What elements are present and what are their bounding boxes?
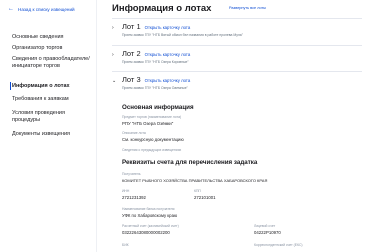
chevron-right-icon[interactable]: › bbox=[112, 25, 118, 31]
subject-value: РПУ "НТБ Озера Озёмки" bbox=[122, 121, 174, 126]
lot-meta: Прием заявок ГПУ "НТБ Озера Оаемные" bbox=[122, 86, 188, 90]
kpp-value: 272101001 bbox=[194, 195, 216, 200]
sidebar-item-lots-info[interactable]: Информация о лотах bbox=[12, 83, 90, 90]
personal-account-value: 04222Р10970 bbox=[254, 230, 281, 235]
recipient-value: КОМИТЕТ РЫБНОГО ХОЗЯЙСТВА ПРАВИТЕЛЬСТВА … bbox=[122, 178, 268, 183]
page-title: Информация о лотах bbox=[112, 3, 212, 14]
lot-item-expanded: ⌄ Лот 3 Открыть карточку лота Прием заяв… bbox=[112, 75, 362, 90]
description-value: См. конкурсную документацию bbox=[122, 137, 184, 142]
sidebar-item-organizer[interactable]: Организатор торгов bbox=[12, 45, 90, 52]
corr-account-label: Корреспондентский счет (ЕКС) bbox=[254, 243, 303, 247]
bank-value: УФК по Хабаровскому краю bbox=[122, 213, 178, 218]
recipient-label: Получатель bbox=[122, 172, 141, 176]
active-nav-marker bbox=[10, 82, 11, 90]
expand-all-lots-link[interactable]: Развернуть все лоты bbox=[229, 6, 266, 10]
divider bbox=[112, 45, 362, 46]
kpp-label: КПП bbox=[194, 189, 201, 193]
account-value: 03222643080000002200 bbox=[122, 230, 170, 235]
chevron-down-icon[interactable]: ⌄ bbox=[112, 78, 118, 84]
open-lot-card-link[interactable]: Открыть карточку лота bbox=[145, 25, 191, 30]
lot-number[interactable]: Лот 2 bbox=[122, 49, 141, 58]
sidebar-item-procedure-conditions[interactable]: Условия проведения процедуры bbox=[12, 110, 90, 124]
sidebar-item-basic-info[interactable]: Основные сведения bbox=[12, 34, 90, 41]
requisites-heading: Реквизиты счета для перечисления задатка bbox=[122, 159, 258, 166]
account-label: Расчетный счет (казначейский счет) bbox=[122, 224, 179, 228]
sidebar: ← Назад к списку извещений Основные свед… bbox=[0, 0, 92, 252]
sidebar-divider bbox=[96, 0, 97, 252]
lot-item: › Лот 2 Открыть карточку лота Прием заяв… bbox=[112, 49, 362, 64]
lot-number[interactable]: Лот 1 bbox=[122, 22, 141, 31]
lot-meta: Прием заявок ГПУ "НТБ Вятый обмол бел на… bbox=[122, 33, 243, 37]
personal-account-label: Лицевой счет bbox=[254, 224, 276, 228]
description-label: Описание лота bbox=[122, 131, 146, 135]
main-content: Информация о лотах Развернуть все лоты ›… bbox=[112, 0, 362, 252]
back-link-label: Назад к списку извещений bbox=[18, 6, 75, 12]
lot-item: › Лот 1 Открыть карточку лота Прием заяв… bbox=[112, 22, 362, 37]
lot-number[interactable]: Лот 3 bbox=[122, 75, 141, 84]
sidebar-item-rightholder[interactable]: Сведения о правообладателе/ инициаторе т… bbox=[12, 56, 90, 70]
sidebar-item-application-requirements[interactable]: Требования к заявкам bbox=[12, 96, 90, 103]
open-lot-card-link[interactable]: Открыть карточку лота bbox=[145, 78, 191, 83]
bank-label: Наименование банка получателя bbox=[122, 207, 175, 211]
previous-notices-label: Сведения о предыдущих извещениях bbox=[122, 148, 182, 152]
lot-meta: Прием заявок ГПУ "НТБ Озера Коровные" bbox=[122, 60, 189, 64]
chevron-right-icon[interactable]: › bbox=[112, 52, 118, 58]
subject-label: Предмет торгов (наименование лота) bbox=[122, 115, 182, 119]
bik-label: БИК bbox=[122, 243, 129, 247]
inn-value: 2721231392 bbox=[122, 195, 146, 200]
inn-label: ИНН bbox=[122, 189, 130, 193]
sidebar-item-documents[interactable]: Документы извещения bbox=[12, 131, 90, 138]
divider bbox=[112, 18, 362, 19]
arrow-left-icon: ← bbox=[8, 6, 14, 12]
divider bbox=[112, 71, 362, 72]
back-to-list-link[interactable]: ← Назад к списку извещений bbox=[8, 6, 75, 12]
open-lot-card-link[interactable]: Открыть карточку лота bbox=[145, 52, 191, 57]
basic-info-heading: Основная информация bbox=[122, 104, 194, 111]
